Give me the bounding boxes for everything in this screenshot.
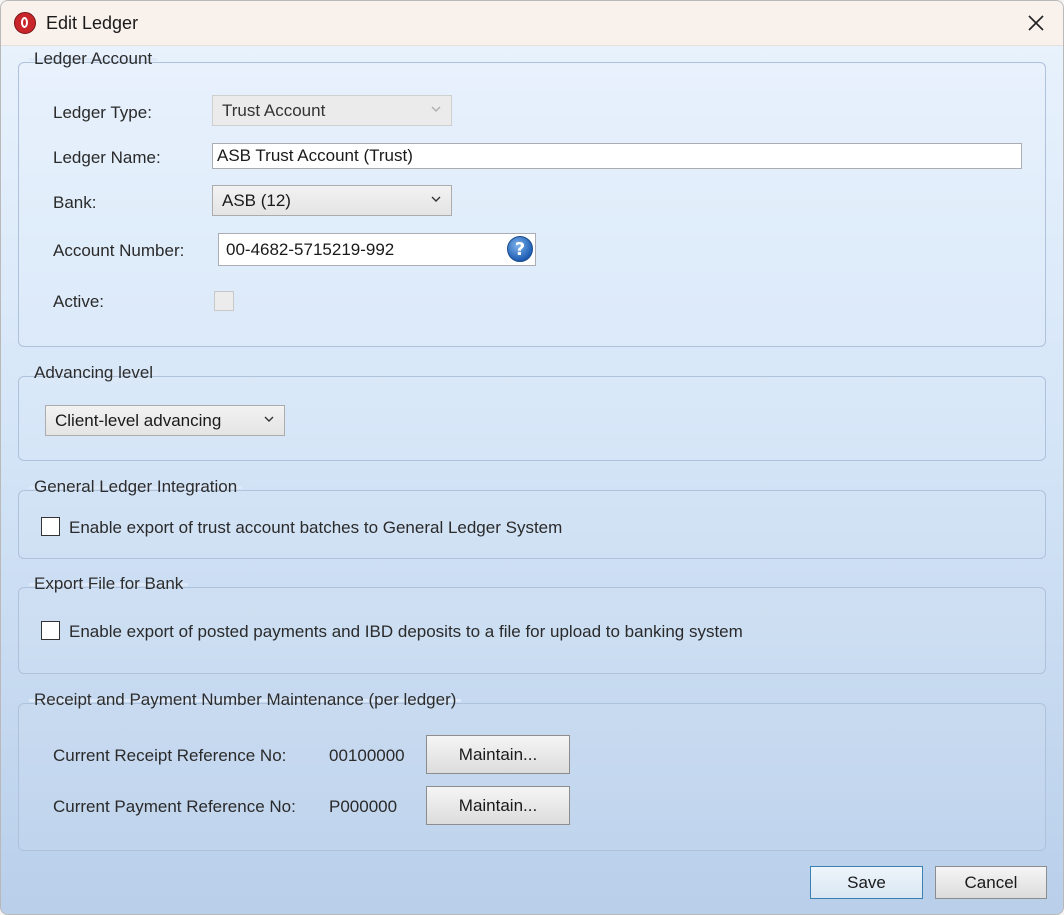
advancing-level-group: Advancing level Client-level advancing <box>18 363 1046 461</box>
account-number-field[interactable]: 00-4682-5715219-992 ? <box>218 233 536 266</box>
gl-integration-legend: General Ledger Integration <box>29 477 243 497</box>
ledger-account-group: Ledger Account Ledger Type: Trust Accoun… <box>18 49 1046 347</box>
help-icon[interactable]: ? <box>507 236 533 262</box>
active-checkbox[interactable] <box>214 291 234 311</box>
account-number-value: 00-4682-5715219-992 <box>226 240 395 259</box>
bank-export-label[interactable]: Enable export of posted payments and IBD… <box>69 622 743 642</box>
export-file-group: Export File for Bank Enable export of po… <box>18 574 1046 674</box>
ledger-type-select[interactable]: Trust Account <box>212 95 452 126</box>
number-maintenance-legend: Receipt and Payment Number Maintenance (… <box>29 690 462 710</box>
number-maintenance-group: Receipt and Payment Number Maintenance (… <box>18 690 1046 851</box>
title-bar: Edit Ledger <box>1 1 1063 46</box>
ledger-name-field[interactable]: ASB Trust Account (Trust) <box>212 143 1022 169</box>
window-title: Edit Ledger <box>46 13 139 33</box>
ledger-type-label: Ledger Type: <box>53 103 152 122</box>
advancing-level-select[interactable]: Client-level advancing <box>45 405 285 436</box>
ledger-name-label: Ledger Name: <box>53 148 161 167</box>
account-number-label: Account Number: <box>53 241 185 260</box>
gl-integration-group: General Ledger Integration Enable export… <box>18 477 1046 559</box>
cancel-button[interactable]: Cancel <box>935 866 1047 899</box>
export-file-legend: Export File for Bank <box>29 574 189 594</box>
bank-export-checkbox[interactable] <box>41 621 60 640</box>
bank-label: Bank: <box>53 193 97 212</box>
save-button[interactable]: Save <box>810 866 923 899</box>
close-icon[interactable] <box>1023 10 1049 36</box>
chevron-down-icon <box>431 106 441 112</box>
maintain-payment-button[interactable]: Maintain... <box>426 786 570 825</box>
app-logo-icon <box>14 12 36 34</box>
advancing-level-legend: Advancing level <box>29 363 159 383</box>
payment-reference-label: Current Payment Reference No: <box>53 797 296 816</box>
advancing-level-value: Client-level advancing <box>55 411 222 430</box>
bank-select[interactable]: ASB (12) <box>212 185 452 216</box>
ledger-type-value: Trust Account <box>222 101 326 120</box>
gl-export-label[interactable]: Enable export of trust account batches t… <box>69 518 562 538</box>
bank-value: ASB (12) <box>222 191 291 210</box>
active-label: Active: <box>53 292 105 311</box>
maintain-receipt-button[interactable]: Maintain... <box>426 735 570 774</box>
receipt-reference-label: Current Receipt Reference No: <box>53 746 287 765</box>
gl-export-checkbox[interactable] <box>41 517 60 536</box>
chevron-down-icon <box>264 416 274 422</box>
chevron-down-icon <box>431 196 441 202</box>
edit-ledger-dialog: Edit Ledger Ledger Account Ledger Type: … <box>0 0 1064 915</box>
ledger-account-legend: Ledger Account <box>29 49 158 69</box>
payment-reference-value: P000000 <box>329 797 398 816</box>
receipt-reference-value: 00100000 <box>329 746 405 765</box>
